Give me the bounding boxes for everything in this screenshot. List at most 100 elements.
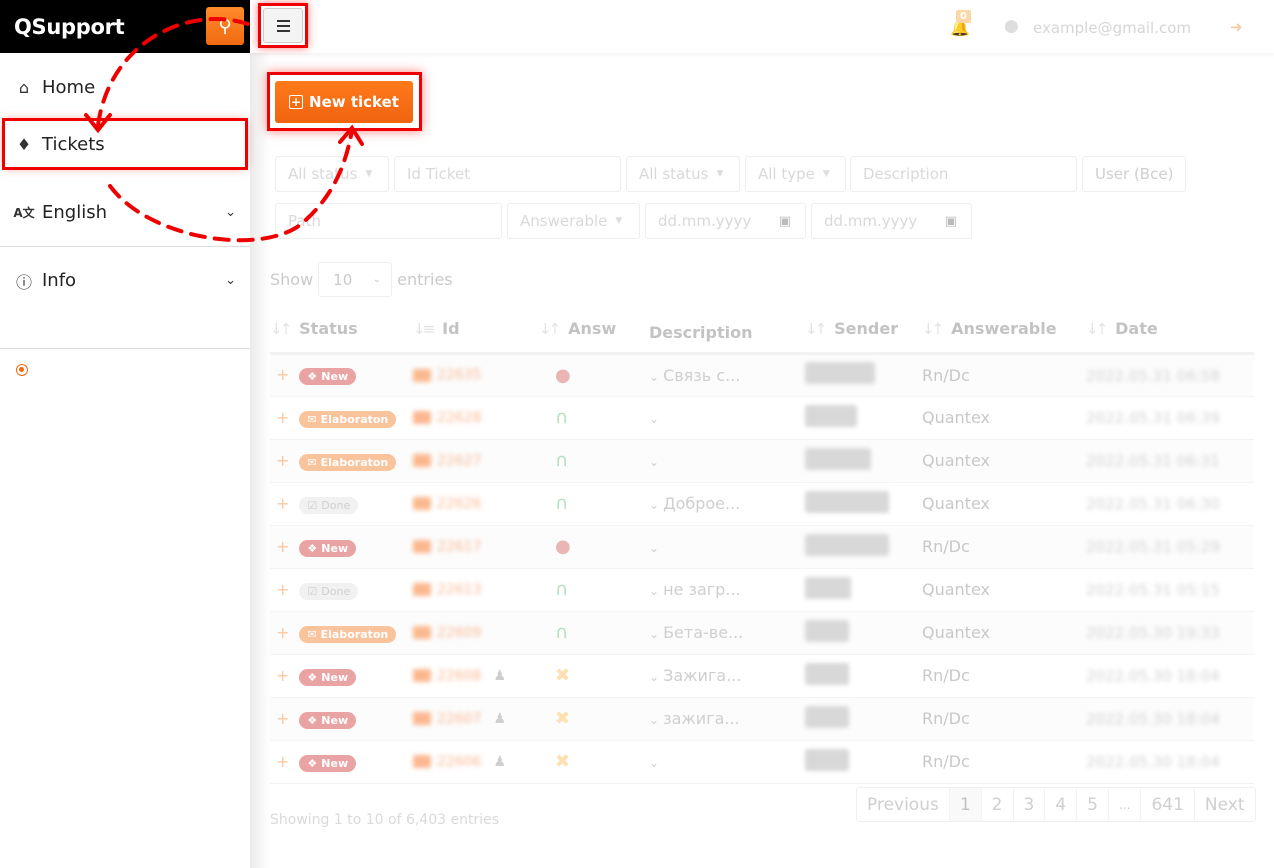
ticket-id-link[interactable]: 22608 [413, 668, 482, 684]
description-cell[interactable]: ⌄ [649, 396, 805, 439]
description-cell[interactable]: ⌄Бета-ве... [649, 611, 805, 654]
pagination-page[interactable]: 5 [1076, 788, 1108, 821]
pagination-page[interactable]: 4 [1044, 788, 1076, 821]
sidebar-item-english[interactable]: A文 English ⌄ [0, 178, 250, 246]
answ-cell: ∩ [539, 396, 649, 439]
expand-row-icon[interactable]: + [270, 666, 289, 685]
column-header-answ[interactable]: ↓↑Answ [539, 305, 649, 353]
pagination-page[interactable]: 2 [981, 788, 1013, 821]
description-cell[interactable]: ⌄Связь с... [649, 353, 805, 396]
description-cell[interactable]: ⌄ [649, 525, 805, 568]
expand-row-icon[interactable]: + [270, 580, 289, 599]
description-cell[interactable]: ⌄Доброе... [649, 482, 805, 525]
table-row[interactable]: +❖New22606♟✖⌄Rn/Dc2022.05.30 18:04 [270, 740, 1254, 783]
ticket-id-link[interactable]: 22626 [413, 496, 482, 512]
description-cell[interactable]: ⌄ [649, 439, 805, 482]
column-label: Answ [568, 319, 616, 338]
ticket-id-link[interactable]: 22628 [413, 410, 482, 426]
column-header-answerable[interactable]: ↓↑Answerable [922, 305, 1086, 353]
answerable-cell: Quantex [922, 396, 1086, 439]
table-row[interactable]: +☑Done22613∩⌄не загр...Quantex2022.05.31… [270, 568, 1254, 611]
ticket-id-link[interactable]: 22609 [413, 625, 482, 641]
pagination-page[interactable]: 641 [1140, 788, 1193, 821]
ticket-id-link[interactable]: 22635 [413, 367, 482, 383]
ticket-id-link[interactable]: 22617 [413, 539, 482, 555]
ticket-id-link[interactable]: 22606 [413, 754, 482, 770]
date-cell: 2022.05.30 19:33 [1086, 611, 1254, 654]
date-to-input[interactable]: dd.mm.yyyy▣ [811, 203, 972, 239]
tools-icon: ✖ [539, 751, 570, 772]
path-input[interactable]: Path [275, 203, 502, 239]
chevron-down-icon[interactable]: ⌄ [649, 455, 659, 469]
description-cell[interactable]: ⌄зажига... [649, 697, 805, 740]
expand-row-icon[interactable]: + [270, 408, 289, 427]
chevron-down-icon[interactable]: ⌄ [649, 412, 659, 426]
column-header-id[interactable]: ↓≡Id [413, 305, 539, 353]
expand-row-icon[interactable]: + [270, 752, 289, 771]
chevron-down-icon[interactable]: ⌄ [649, 627, 659, 641]
answerable-filter[interactable]: Answerable▼ [507, 203, 640, 239]
description-cell[interactable]: ⌄ [649, 740, 805, 783]
answerable-cell: Quantex [922, 482, 1086, 525]
chevron-down-icon[interactable]: ⌄ [649, 584, 659, 598]
table-row[interactable]: +❖New22635●⌄Связь с...Rn/Dc2022.05.31 06… [270, 353, 1254, 396]
status-filter-1[interactable]: All status▼ [275, 156, 389, 192]
pagination-page[interactable]: 3 [1013, 788, 1045, 821]
chevron-down-icon[interactable]: ⌄ [649, 498, 659, 512]
column-header-sender[interactable]: ↓↑Sender [805, 305, 922, 353]
sidebar-item-tickets[interactable]: ♦ Tickets [5, 121, 245, 167]
pagination-previous[interactable]: Previous [857, 788, 949, 821]
ticket-id-link[interactable]: 22627 [413, 453, 482, 469]
answ-cell: ∩ [539, 611, 649, 654]
column-header-date[interactable]: ↓↑Date [1086, 305, 1254, 353]
show-label: Show [270, 270, 313, 289]
date-from-input[interactable]: dd.mm.yyyy▣ [645, 203, 806, 239]
user-filter-button[interactable]: User (Все) [1082, 156, 1186, 192]
sender-cell [805, 697, 922, 740]
answ-cell: ∩ [539, 439, 649, 482]
chevron-down-icon[interactable]: ⌄ [649, 670, 659, 684]
expand-row-icon[interactable]: + [270, 709, 289, 728]
sidebar-item-home[interactable]: ⌂ Home [0, 53, 250, 121]
chevron-down-icon[interactable]: ⌄ [649, 541, 659, 555]
table-row[interactable]: +☑Done22626∩⌄Доброе...Quantex2022.05.31 … [270, 482, 1254, 525]
user-email[interactable]: example@gmail.com [1033, 19, 1191, 37]
page-size-select[interactable]: 10 ⌄ [318, 262, 392, 297]
table-row[interactable]: +❖New22617●⌄Rn/Dc2022.05.31 05:29 [270, 525, 1254, 568]
status-radio-icon[interactable] [16, 364, 28, 376]
search-icon[interactable]: ⚲ [206, 7, 244, 45]
table-row[interactable]: +❖New22607♟✖⌄зажига...Rn/Dc2022.05.30 18… [270, 697, 1254, 740]
expand-row-icon[interactable]: + [270, 451, 289, 470]
description-cell[interactable]: ⌄не загр... [649, 568, 805, 611]
description-input[interactable]: Description [850, 156, 1077, 192]
new-ticket-button[interactable]: + New ticket [275, 81, 413, 123]
table-row[interactable]: +✉Elaboraton22627∩⌄Quantex2022.05.31 06:… [270, 439, 1254, 482]
calendar-icon[interactable]: ▣ [945, 214, 957, 229]
chevron-down-icon[interactable]: ⌄ [649, 713, 659, 727]
ticket-id-link[interactable]: 22613 [413, 582, 482, 598]
calendar-icon[interactable]: ▣ [779, 214, 791, 229]
ticket-id-link[interactable]: 22607 [413, 711, 482, 727]
ticket-icon [413, 454, 431, 467]
table-row[interactable]: +✉Elaboraton22609∩⌄Бета-ве...Quantex2022… [270, 611, 1254, 654]
expand-row-icon[interactable]: + [270, 365, 289, 384]
sender-badge [805, 706, 849, 728]
table-row[interactable]: +✉Elaboraton22628∩⌄Quantex2022.05.31 06:… [270, 396, 1254, 439]
sign-out-icon[interactable]: ➜ [1230, 18, 1243, 36]
type-filter[interactable]: All type▼ [745, 156, 846, 192]
status-filter-2[interactable]: All status▼ [626, 156, 740, 192]
expand-row-icon[interactable]: + [270, 494, 289, 513]
ticket-icon: ❖ [307, 714, 317, 727]
expand-row-icon[interactable]: + [270, 623, 289, 642]
chevron-down-icon[interactable]: ⌄ [649, 756, 659, 770]
description-cell[interactable]: ⌄Зажига... [649, 654, 805, 697]
sidebar-item-info[interactable]: ⓘ Info ⌄ [0, 246, 250, 314]
id-ticket-input[interactable]: Id Ticket [394, 156, 621, 192]
column-header-status[interactable]: ↓↑Status [270, 305, 413, 353]
table-row[interactable]: +❖New22608♟✖⌄Зажига...Rn/Dc2022.05.30 18… [270, 654, 1254, 697]
expand-row-icon[interactable]: + [270, 537, 289, 556]
pagination-page[interactable]: 1 [949, 788, 981, 821]
chevron-down-icon[interactable]: ⌄ [649, 370, 659, 384]
menu-toggle-button[interactable] [258, 3, 308, 48]
pagination-next[interactable]: Next [1194, 788, 1255, 821]
